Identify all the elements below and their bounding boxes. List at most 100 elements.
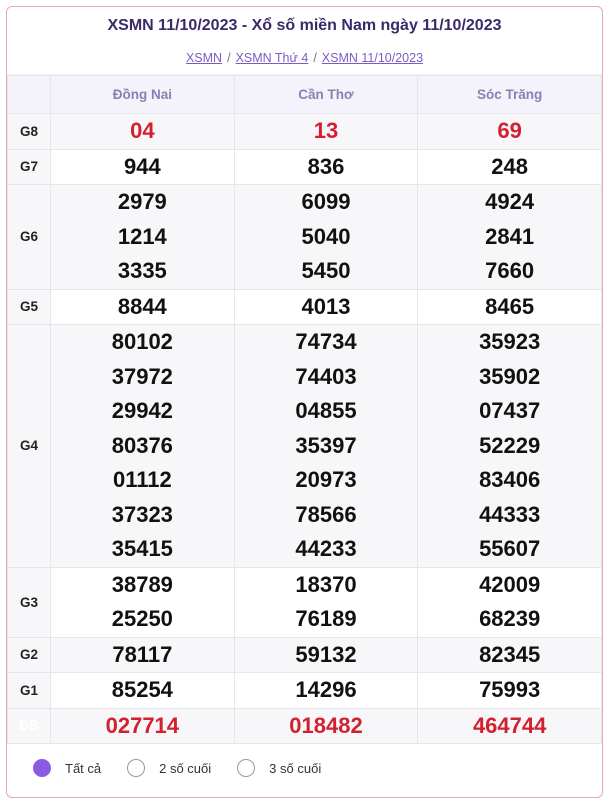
prize-number[interactable]: 8844 (51, 290, 234, 325)
prize-number[interactable]: 3335 (51, 254, 234, 289)
prize-number[interactable]: 42009 (418, 568, 601, 603)
prize-number[interactable]: 7660 (418, 254, 601, 289)
breadcrumb-link-xsmn[interactable]: XSMN (186, 51, 222, 65)
prize-number[interactable]: 76189 (235, 602, 418, 637)
prize-number[interactable]: 07437 (418, 394, 601, 429)
prize-cell: 836 (233, 148, 419, 185)
prize-number[interactable]: 25250 (51, 602, 234, 637)
prize-number[interactable]: 027714 (51, 709, 234, 744)
prize-cell: 6099 5040 5450 (233, 184, 419, 290)
prize-cell: 018482 (233, 707, 419, 744)
radio-selected-icon[interactable] (33, 759, 51, 777)
prize-label: G5 (7, 288, 51, 325)
prize-number[interactable]: 37323 (51, 498, 234, 533)
prize-label: G6 (7, 184, 51, 290)
prize-cell: 69 (417, 113, 602, 150)
breadcrumb: XSMN / XSMN Thứ 4 / XSMN 11/10/2023 (7, 45, 602, 75)
radio-icon[interactable] (237, 759, 256, 777)
prize-cell: 248 (417, 148, 602, 185)
prize-number[interactable]: 44333 (418, 498, 601, 533)
prize-number[interactable]: 13 (235, 114, 418, 149)
prize-row: G5 8844 4013 8465 (7, 288, 602, 325)
filter-option-last-2[interactable]: 2 số cuối (127, 759, 211, 777)
prize-cell: 2979 1214 3335 (50, 184, 235, 290)
breadcrumb-separator: / (313, 51, 317, 65)
prize-row: G4 80102 37972 29942 80376 01112 37323 35415 747… (7, 324, 602, 568)
prize-number[interactable]: 83406 (418, 463, 601, 498)
prize-number[interactable]: 944 (51, 150, 234, 185)
prize-number[interactable]: 80102 (51, 325, 234, 360)
prize-number[interactable]: 29942 (51, 394, 234, 429)
filter-label: 2 số cuối (159, 760, 212, 776)
prize-number[interactable]: 74734 (235, 325, 418, 360)
prize-number[interactable]: 52229 (418, 429, 601, 464)
radio-icon[interactable] (127, 759, 146, 777)
prize-number[interactable]: 2979 (51, 185, 234, 220)
filter-label: 3 số cuối (269, 760, 322, 776)
filter-option-last-3[interactable]: 3 số cuối (237, 759, 321, 777)
prize-cell: 85254 (50, 672, 235, 709)
prize-row: G3 38789 25250 18370 76189 42009 68239 (7, 566, 602, 638)
prize-number[interactable]: 35415 (51, 532, 234, 567)
prize-number[interactable]: 55607 (418, 532, 601, 567)
prize-number[interactable]: 4924 (418, 185, 601, 220)
prize-number[interactable]: 6099 (235, 185, 418, 220)
breadcrumb-link-date[interactable]: XSMN 11/10/2023 (322, 51, 423, 65)
prize-number[interactable]: 464744 (418, 709, 601, 744)
prize-cell: 8844 (50, 288, 235, 325)
prize-number[interactable]: 75993 (418, 673, 601, 708)
prize-number[interactable]: 85254 (51, 673, 234, 708)
prize-number[interactable]: 68239 (418, 602, 601, 637)
column-header-dong-nai[interactable]: Đồng Nai (50, 75, 235, 114)
prize-number[interactable]: 018482 (235, 709, 418, 744)
prize-number[interactable]: 248 (418, 150, 601, 185)
prize-cell: 13 (233, 113, 419, 150)
column-header-can-tho[interactable]: Cần Thơ (233, 75, 419, 114)
prize-cell: 38789 25250 (50, 566, 235, 638)
prize-number[interactable]: 836 (235, 150, 418, 185)
page-title: XSMN 11/10/2023 - Xổ số miền Nam ngày 11… (107, 17, 502, 34)
prize-number[interactable]: 37972 (51, 360, 234, 395)
prize-label: G3 (7, 566, 51, 638)
prize-number[interactable]: 8465 (418, 290, 601, 325)
prize-number[interactable]: 78566 (235, 498, 418, 533)
prize-number[interactable]: 5040 (235, 220, 418, 255)
prize-cell: 35923 35902 07437 52229 83406 44333 55607 (417, 324, 602, 568)
prize-label: G2 (7, 636, 51, 673)
prize-number[interactable]: 44233 (235, 532, 418, 567)
prize-row: G8 04 13 69 (7, 113, 602, 150)
prize-cell: 14296 (233, 672, 419, 709)
prize-cell: 42009 68239 (417, 566, 602, 638)
column-header-soc-trang[interactable]: Sóc Trăng (417, 75, 602, 114)
prize-number[interactable]: 38789 (51, 568, 234, 603)
filter-label: Tất cả (65, 760, 102, 776)
prize-row: G7 944 836 248 (7, 148, 602, 185)
prize-cell: 78117 (50, 636, 235, 673)
breadcrumb-link-weekday[interactable]: XSMN Thứ 4 (236, 51, 309, 65)
prize-number[interactable]: 20973 (235, 463, 418, 498)
prize-number[interactable]: 35397 (235, 429, 418, 464)
prize-number[interactable]: 5450 (235, 254, 418, 289)
prize-number[interactable]: 14296 (235, 673, 418, 708)
prize-row: G2 78117 59132 82345 (7, 636, 602, 673)
prize-cell: 74734 74403 04855 35397 20973 78566 44233 (233, 324, 419, 568)
prize-number[interactable]: 2841 (418, 220, 601, 255)
filter-option-all[interactable]: Tất cả (33, 759, 101, 777)
prize-number[interactable]: 01112 (51, 463, 234, 498)
prize-number[interactable]: 35923 (418, 325, 601, 360)
prize-number[interactable]: 69 (418, 114, 601, 149)
prize-cell: 8465 (417, 288, 602, 325)
prize-number[interactable]: 82345 (418, 638, 601, 673)
prize-number[interactable]: 4013 (235, 290, 418, 325)
prize-number[interactable]: 35902 (418, 360, 601, 395)
prize-number[interactable]: 04 (51, 114, 234, 149)
prize-cell: 027714 (50, 707, 235, 744)
prize-label: ĐB (7, 707, 51, 744)
prize-number[interactable]: 78117 (51, 638, 234, 673)
prize-number[interactable]: 1214 (51, 220, 234, 255)
prize-number[interactable]: 18370 (235, 568, 418, 603)
prize-number[interactable]: 80376 (51, 429, 234, 464)
prize-number[interactable]: 59132 (235, 638, 418, 673)
prize-number[interactable]: 74403 (235, 360, 418, 395)
prize-number[interactable]: 04855 (235, 394, 418, 429)
